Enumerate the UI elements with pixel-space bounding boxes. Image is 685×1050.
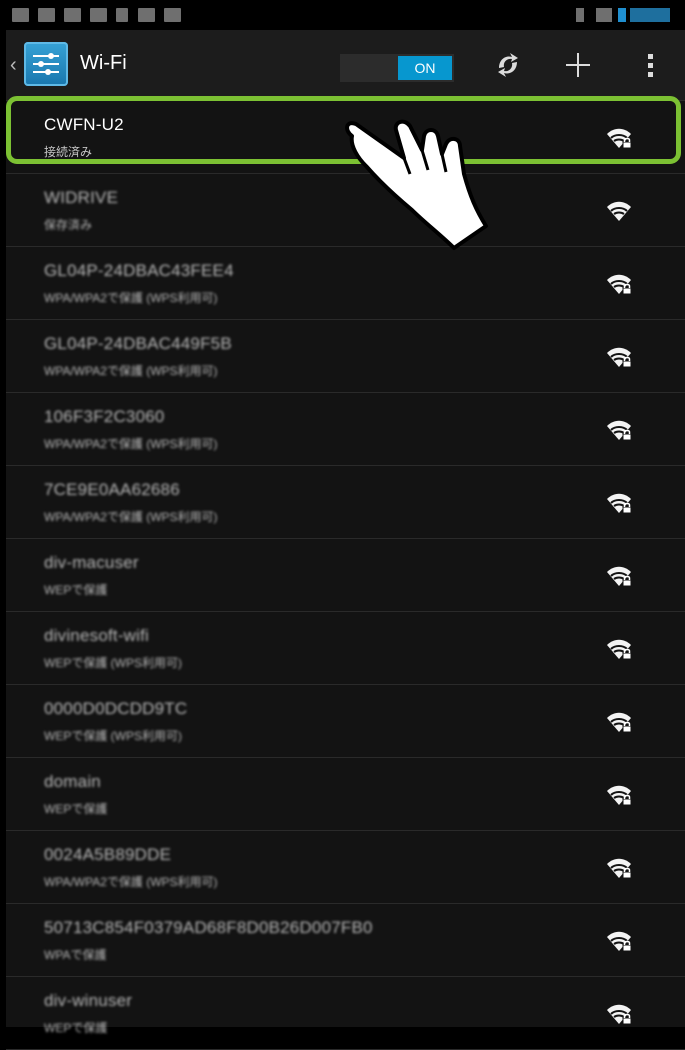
network-status: WPA/WPA2で保護 (WPS利用可) (44, 875, 218, 889)
network-item[interactable]: 0024A5B89DDE WPA/WPA2で保護 (WPS利用可) (6, 831, 685, 904)
add-icon (566, 53, 590, 77)
network-ssid: 0024A5B89DDE (44, 845, 172, 864)
network-ssid: domain (44, 772, 101, 791)
notification-icon (138, 8, 155, 22)
network-status: WPA/WPA2で保護 (WPS利用可) (44, 364, 218, 378)
screen: ‹ Wi-Fi ON CWFN-U2 接続済み WIDRIVE 保存済み GL0… (6, 0, 685, 1050)
network-ssid: 0000D0DCDD9TC (44, 699, 188, 718)
network-status: WEPで保護 (44, 802, 108, 816)
status-bar (6, 0, 685, 30)
network-ssid: WIDRIVE (44, 188, 119, 207)
wifi-signal-icon (607, 347, 632, 368)
wifi-signal-icon (607, 201, 631, 221)
wifi-signal-icon (607, 493, 632, 514)
notification-icon (164, 8, 181, 22)
wps-button[interactable] (486, 44, 530, 86)
network-status: WEPで保護 (WPS利用可) (44, 656, 182, 670)
network-item[interactable]: 0000D0DCDD9TC WEPで保護 (WPS利用可) (6, 685, 685, 758)
network-ssid: 106F3F2C3060 (44, 407, 165, 426)
pointing-hand-icon (345, 119, 488, 250)
notification-icon (90, 8, 107, 22)
wifi-signal-icon (607, 274, 632, 295)
network-status: WEPで保護 (WPS利用可) (44, 729, 182, 743)
network-item[interactable]: GL04P-24DBAC449F5B WPA/WPA2で保護 (WPS利用可) (6, 320, 685, 393)
network-item[interactable]: 7CE9E0AA62686 WPA/WPA2で保護 (WPS利用可) (6, 466, 685, 539)
wifi-toggle[interactable]: ON (340, 54, 454, 82)
network-item[interactable]: domain WEPで保護 (6, 758, 685, 831)
network-item[interactable]: div-winuser WEPで保護 (6, 977, 685, 1050)
wifi-signal-icon (596, 8, 612, 22)
network-ssid: 50713C854F0379AD68F8D0B26D007FB0 (44, 918, 373, 937)
network-status: WPA/WPA2で保護 (WPS利用可) (44, 510, 218, 524)
network-status: 保存済み (44, 218, 93, 232)
wifi-signal-icon (607, 566, 632, 587)
network-item[interactable]: 50713C854F0379AD68F8D0B26D007FB0 WPAで保護 (6, 904, 685, 977)
network-ssid: div-winuser (44, 991, 133, 1010)
add-network-button[interactable] (556, 44, 600, 86)
notification-icon (64, 8, 81, 22)
network-status: WPAで保護 (44, 948, 107, 962)
network-item[interactable]: divinesoft-wifi WEPで保護 (WPS利用可) (6, 612, 685, 685)
wifi-signal-icon (607, 420, 632, 441)
network-status: WEPで保護 (44, 1021, 108, 1035)
network-ssid: GL04P-24DBAC43FEE4 (44, 261, 234, 280)
notification-icon (38, 8, 55, 22)
battery-icon (618, 8, 626, 22)
network-item[interactable]: 106F3F2C3060 WPA/WPA2で保護 (WPS利用可) (6, 393, 685, 466)
wifi-settings-icon[interactable] (24, 42, 68, 86)
overflow-menu-button[interactable] (628, 44, 672, 86)
network-ssid: divinesoft-wifi (44, 626, 150, 645)
wifi-signal-icon (607, 858, 632, 879)
notification-icon (116, 8, 128, 22)
network-status: WPA/WPA2で保護 (WPS利用可) (44, 291, 218, 305)
page-title: Wi-Fi (80, 52, 127, 74)
vibrate-icon (576, 8, 584, 22)
wifi-signal-icon (607, 785, 632, 806)
wifi-signal-icon (607, 1004, 632, 1025)
wifi-signal-icon (607, 712, 632, 733)
network-status: WPA/WPA2で保護 (WPS利用可) (44, 437, 218, 451)
network-ssid: 7CE9E0AA62686 (44, 480, 180, 499)
action-bar: ‹ Wi-Fi ON (6, 30, 685, 101)
network-status: WEPで保護 (44, 583, 108, 597)
toggle-on-label: ON (398, 56, 452, 80)
network-ssid: GL04P-24DBAC449F5B (44, 334, 232, 353)
wifi-signal-icon (607, 931, 632, 952)
overflow-menu-icon (648, 54, 653, 77)
network-item[interactable]: div-macuser WEPで保護 (6, 539, 685, 612)
notification-icon (12, 8, 29, 22)
network-ssid: div-macuser (44, 553, 139, 572)
wps-icon (498, 53, 518, 77)
wifi-signal-icon (607, 639, 632, 660)
back-caret-icon[interactable]: ‹ (10, 54, 17, 77)
clock (630, 8, 670, 22)
